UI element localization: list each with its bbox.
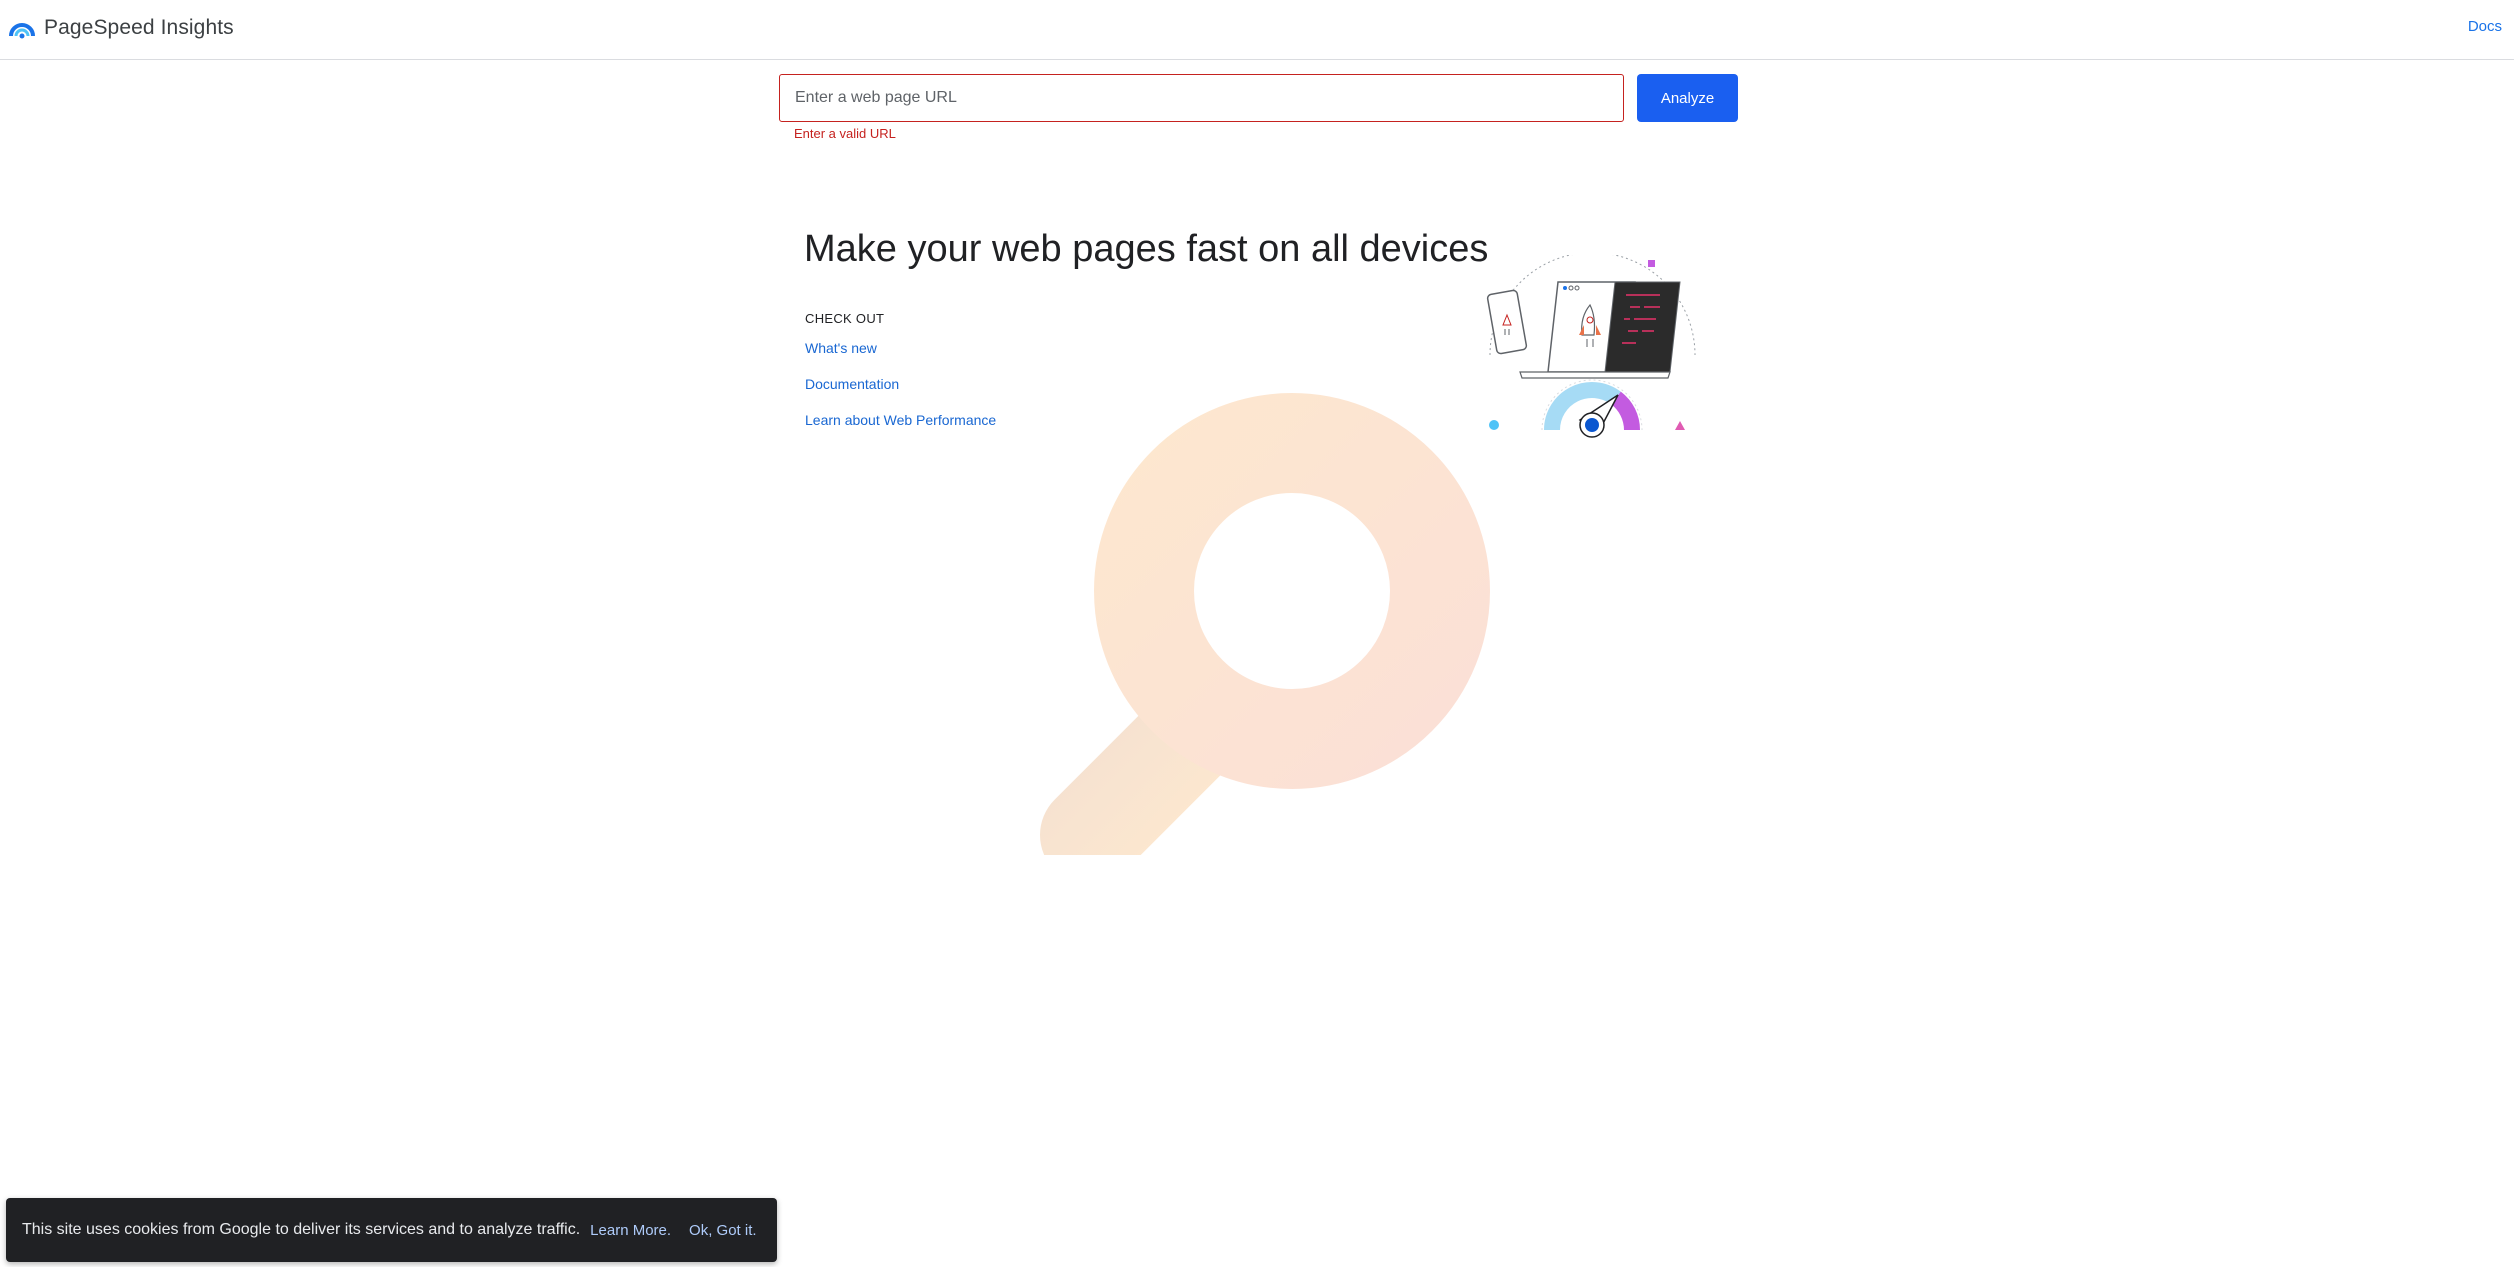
hero-title: Make your web pages fast on all devices <box>804 228 1489 270</box>
top-app-bar: PageSpeed Insights Docs <box>0 0 2514 60</box>
documentation-link[interactable]: Documentation <box>805 376 899 392</box>
url-input[interactable] <box>779 74 1624 122</box>
rocket-speed-devices-illustration <box>1486 255 1696 438</box>
cookie-learn-more-link[interactable]: Learn More. <box>590 1222 671 1239</box>
web-performance-link[interactable]: Learn about Web Performance <box>805 412 996 428</box>
magnifier-icon <box>1040 393 1490 855</box>
analyze-button[interactable]: Analyze <box>1637 74 1738 122</box>
cookie-ok-button[interactable]: Ok, Got it. <box>689 1222 757 1239</box>
cookie-consent-bar: This site uses cookies from Google to de… <box>6 1198 777 1262</box>
app-title: PageSpeed Insights <box>44 16 234 39</box>
checkout-heading: CHECK OUT <box>805 311 885 326</box>
url-error-message: Enter a valid URL <box>794 126 896 141</box>
brand[interactable]: PageSpeed Insights <box>8 12 234 44</box>
cookie-message: This site uses cookies from Google to de… <box>22 1221 581 1238</box>
pagespeed-gauge-icon <box>9 23 35 39</box>
docs-link[interactable]: Docs <box>2468 18 2502 35</box>
whats-new-link[interactable]: What's new <box>805 340 877 356</box>
